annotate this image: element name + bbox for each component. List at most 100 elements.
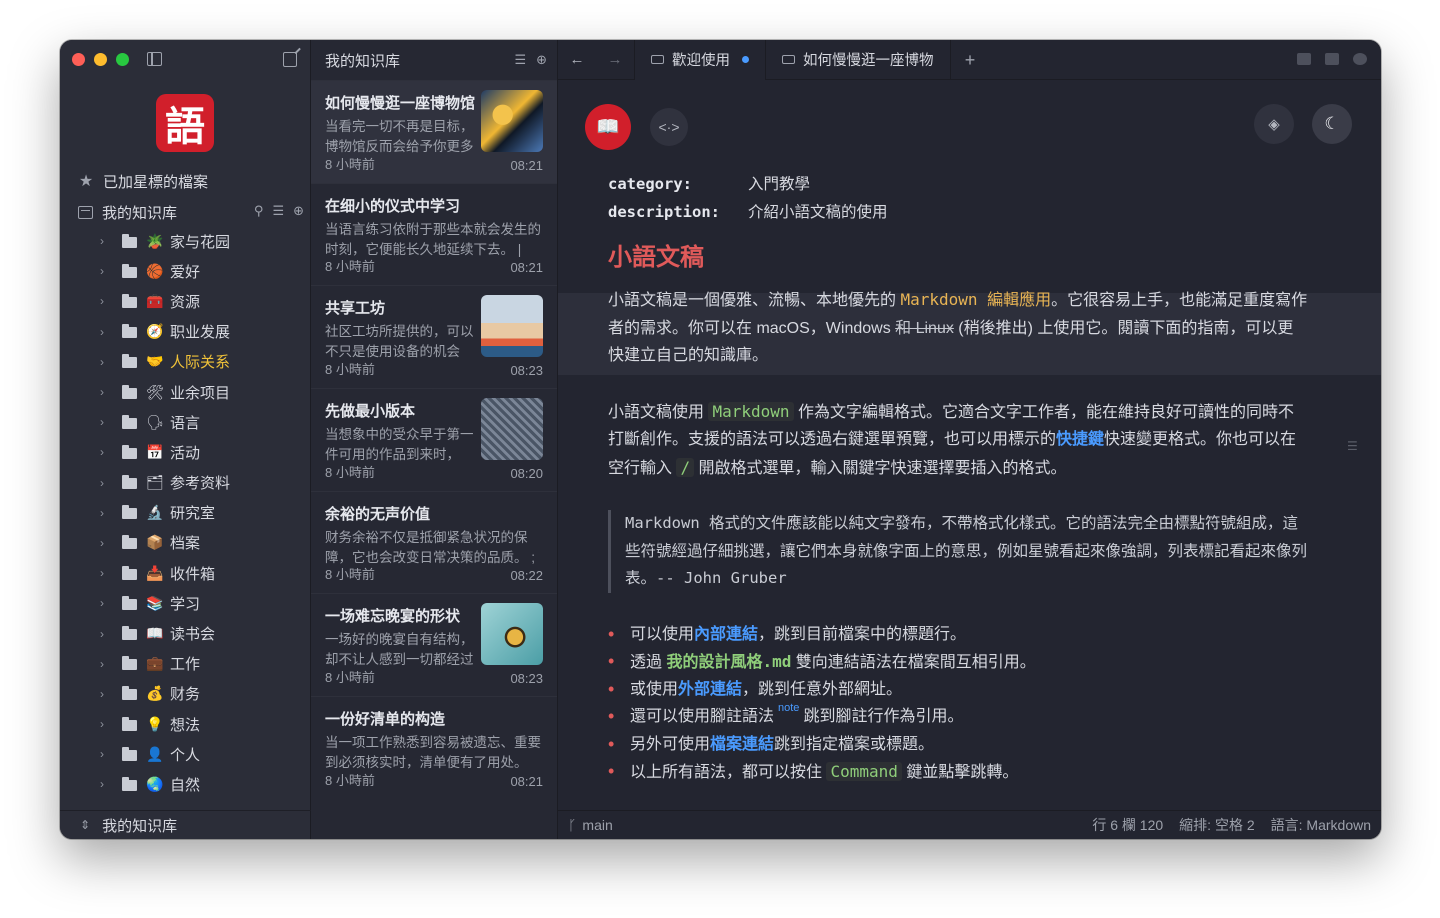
folder-label: 个人 <box>170 746 201 764</box>
sidebar-folder-item[interactable]: › 📅 活动 <box>60 437 311 467</box>
tab-museum[interactable]: 如何慢慢逛一座博物 <box>765 40 950 80</box>
new-tab-button[interactable]: + <box>949 40 990 80</box>
chevron-right-icon[interactable]: › <box>100 627 110 641</box>
chevron-right-icon[interactable]: › <box>100 536 110 550</box>
sidebar-folder-item[interactable]: › 🌏 自然 <box>60 769 311 799</box>
chevron-right-icon[interactable]: › <box>100 506 110 520</box>
chevron-right-icon[interactable]: › <box>100 747 110 761</box>
folder-icon <box>122 233 137 248</box>
folder-emoji-icon: 💼 <box>146 655 164 672</box>
git-branch[interactable]: ᚴ main <box>568 817 613 833</box>
file-link[interactable]: 檔案連結 <box>710 736 774 753</box>
chevron-right-icon[interactable]: › <box>100 234 110 248</box>
add-note-icon[interactable]: ⊕ <box>536 52 547 68</box>
chevron-right-icon[interactable]: › <box>100 445 110 459</box>
sidebar-folder-item[interactable]: › 💼 工作 <box>60 649 311 679</box>
maximize-window-button[interactable] <box>116 53 129 66</box>
note-card[interactable]: 一份好清单的构造 当一项工作熟悉到容易被遗忘、重要到必须核实时，清单便有了用处。 8… <box>311 696 557 799</box>
note-title: 共享工坊 <box>325 300 386 318</box>
chevron-right-icon[interactable]: › <box>100 294 110 308</box>
chevron-right-icon[interactable]: › <box>100 325 110 339</box>
new-note-icon[interactable] <box>283 52 297 67</box>
forward-arrow-icon[interactable]: → <box>596 51 634 68</box>
vault-header[interactable]: 我的知识库 ⚲ ☰ ⊕ <box>78 201 304 223</box>
minimize-window-button[interactable] <box>94 53 107 66</box>
sidebar-folder-item[interactable]: › 🗣 语言 <box>60 407 311 437</box>
sidebar-folder-item[interactable]: › 🧭 职业发展 <box>60 317 311 347</box>
sidebar-folder-item[interactable]: › 🛠 业余项目 <box>60 377 311 407</box>
theme-toggle-button[interactable]: ☾ <box>1312 104 1352 144</box>
wiki-link[interactable]: 我的設計風格.md <box>666 652 791 671</box>
back-arrow-icon[interactable]: ← <box>558 51 596 68</box>
starred-label: 已加星標的檔案 <box>103 173 209 191</box>
footnote-ref[interactable]: note <box>778 702 799 714</box>
note-card[interactable]: 如何慢慢逛一座博物馆 当看完一切不再是目标，博物馆反而会给予你更多 8 小時前 08:… <box>311 80 557 183</box>
internal-link[interactable]: 內部連結 <box>694 626 758 643</box>
external-link[interactable]: 外部連結 <box>678 681 742 698</box>
note-card[interactable]: 先做最小版本 当想象中的受众早于第一件可用的作品到来时， 8 小時前 08:20 <box>311 388 557 491</box>
note-time: 08:23 <box>510 363 543 379</box>
clock-icon[interactable] <box>1353 53 1367 65</box>
sidebar-folder-item[interactable]: › 📖 读书会 <box>60 618 311 648</box>
chevron-right-icon[interactable]: › <box>100 476 110 490</box>
intro-paragraph: 小語文稿是一個優雅、流暢、本地優先的 Markdown 編輯應用。它很容易上手，… <box>608 290 1308 364</box>
tab-welcome[interactable]: 歡迎使用 <box>634 40 765 80</box>
language-mode[interactable]: 語言: Markdown <box>1271 815 1371 835</box>
chevron-right-icon[interactable]: › <box>100 385 110 399</box>
sidebar-folder-item[interactable]: › 🤝 人际关系 <box>60 347 311 377</box>
chevron-right-icon[interactable]: › <box>100 596 110 610</box>
shortcut-link[interactable]: 快捷鍵 <box>1056 431 1104 448</box>
document-heading: 小語文稿 <box>608 244 704 271</box>
chevron-right-icon[interactable]: › <box>100 717 110 731</box>
sort-icon[interactable]: ☰ <box>514 52 526 68</box>
sidebar-folder-item[interactable]: › 🏀 爱好 <box>60 256 311 286</box>
close-window-button[interactable] <box>72 53 85 66</box>
starred-files[interactable]: ★ 已加星標的檔案 <box>78 170 208 192</box>
note-card[interactable]: 一场难忘晚宴的形状 一场好的晚宴自有结构，却不让人感到一切都经过 8 小時前 08:2… <box>311 593 557 696</box>
list-item: 以上所有語法，都可以按住 Command 鍵並點擊跳轉。 <box>608 758 1308 786</box>
cursor-position[interactable]: 行 6 欄 120 <box>1092 815 1163 835</box>
chevron-right-icon[interactable]: › <box>100 566 110 580</box>
sidebar-folder-item[interactable]: › 🔬 研究室 <box>60 498 311 528</box>
folder-icon <box>122 626 137 641</box>
outline-icon[interactable]: ☰ <box>1347 439 1359 453</box>
folder-icon <box>122 475 137 490</box>
indent-setting[interactable]: 縮排: 空格 2 <box>1179 815 1254 835</box>
chevron-right-icon[interactable]: › <box>100 687 110 701</box>
sidebar-folder-item[interactable]: › 📥 收件箱 <box>60 558 311 588</box>
sidebar-folder-item[interactable]: › 🧰 资源 <box>60 286 311 316</box>
note-card[interactable]: 余裕的无声价值 财务余裕不仅是抵御紧急状况的保障，它也会改变日常决策的品质。 ; 8… <box>311 490 557 594</box>
folder-emoji-icon: 📥 <box>146 564 164 581</box>
folder-icon <box>122 505 137 520</box>
chevron-right-icon[interactable]: › <box>100 777 110 791</box>
sidebar-folder-item[interactable]: › 📚 学习 <box>60 588 311 618</box>
swap-view-button[interactable]: <·> <box>650 108 688 146</box>
sidebar-folder-item[interactable]: › 👤 个人 <box>60 739 311 769</box>
sidebar-folder-item[interactable]: › 💰 财务 <box>60 679 311 709</box>
sidebar-folder-item[interactable]: › 🗂 参考资料 <box>60 468 311 498</box>
note-card[interactable]: 在细小的仪式中学习 当语言练习依附于那些本就会发生的时刻，它便能长久地延续下去。 … <box>311 182 557 286</box>
terminal-icon[interactable] <box>1297 53 1311 65</box>
add-icon[interactable]: ⊕ <box>293 203 304 219</box>
read-mode-button[interactable]: 📖 <box>585 104 631 150</box>
sidebar-toggle-icon[interactable] <box>147 52 162 66</box>
search-icon[interactable]: ⚲ <box>254 203 264 219</box>
note-card[interactable]: 共享工坊 社区工坊所提供的，可以不只是使用设备的机会 8 小時前 08:23 <box>311 285 557 388</box>
note-relative-time: 8 小時前 <box>325 567 375 583</box>
sidebar-folder-item[interactable]: › 💡 想法 <box>60 709 311 739</box>
chevron-right-icon[interactable]: › <box>100 355 110 369</box>
vault-switcher[interactable]: ⇕ 我的知识库 <box>60 810 311 839</box>
chevron-right-icon[interactable]: › <box>100 415 110 429</box>
note-list-header: 我的知识库 ☰ ⊕ <box>311 40 557 80</box>
chevron-right-icon[interactable]: › <box>100 264 110 278</box>
layers-button[interactable]: ◈ <box>1254 104 1294 144</box>
chevron-right-icon[interactable]: › <box>100 657 110 671</box>
list-item: 可以使用內部連結，跳到目前檔案中的標題行。 <box>608 621 1308 649</box>
document-content[interactable]: category: 入門教學 description: 介紹小語文稿的使用 小語文稿… <box>608 170 1308 786</box>
panel-icon[interactable] <box>1325 53 1339 65</box>
sidebar-folder-item[interactable]: › 📦 档案 <box>60 528 311 558</box>
tab-bar: ← → 歡迎使用 如何慢慢逛一座博物 + <box>558 40 1381 80</box>
sort-icon[interactable]: ☰ <box>272 203 284 219</box>
note-time: 08:22 <box>510 568 543 584</box>
sidebar-folder-item[interactable]: › 🪴 家与花园 <box>60 226 311 256</box>
